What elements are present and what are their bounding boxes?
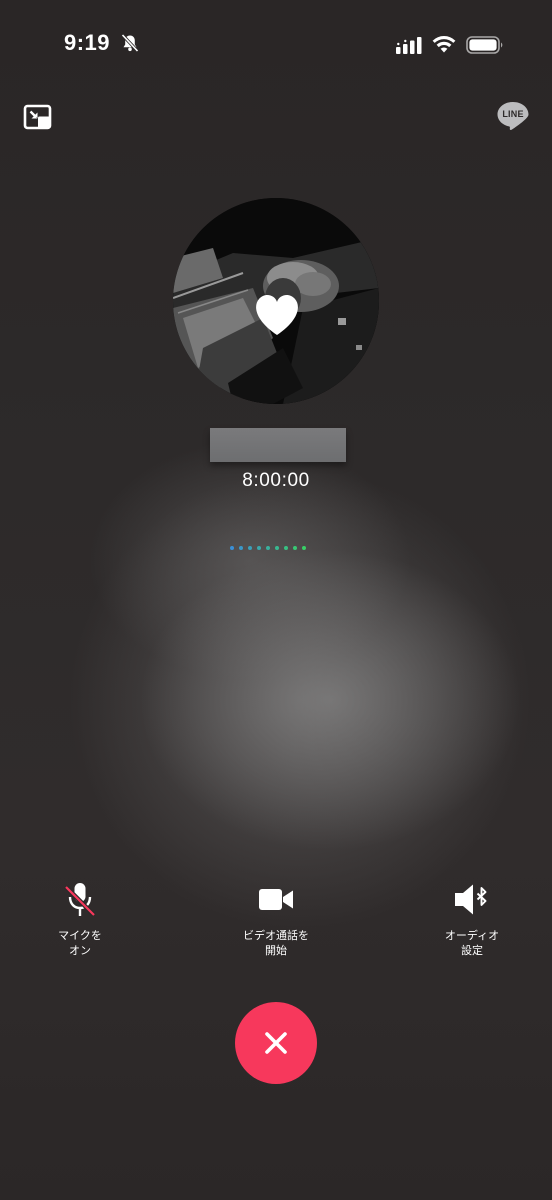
battery-icon — [466, 36, 503, 54]
connecting-indicator — [230, 546, 330, 554]
connecting-dot — [266, 546, 270, 550]
connecting-dot — [302, 546, 306, 550]
avatar-photo — [173, 198, 379, 404]
mic-toggle-button[interactable]: マイクを オン — [15, 880, 145, 958]
status-bar: 9:19 — [0, 0, 552, 90]
minimize-window-icon[interactable] — [22, 102, 54, 134]
silent-bell-icon — [121, 33, 139, 53]
connecting-dot — [248, 546, 252, 550]
end-call-button[interactable] — [235, 1002, 317, 1084]
call-timer: 8:00:00 — [242, 470, 310, 491]
contact-name-redacted — [210, 428, 346, 462]
line-logo-text: LINE — [502, 109, 524, 119]
status-time: 9:19 — [64, 30, 111, 55]
connecting-dot — [284, 546, 288, 550]
mic-toggle-label: マイクを オン — [58, 929, 102, 957]
close-icon — [265, 1032, 287, 1054]
audio-settings-button[interactable]: オーディオ 設定 — [407, 880, 537, 958]
audio-settings-label: オーディオ 設定 — [444, 929, 500, 957]
start-video-call-button[interactable]: ビデオ通話を 開始 — [211, 880, 341, 958]
wifi-icon — [432, 36, 456, 53]
connecting-dot — [293, 546, 297, 550]
contact-avatar — [173, 198, 379, 404]
line-logo: LINE — [496, 100, 532, 134]
connecting-dot — [275, 546, 279, 550]
cellular-signal-icon — [396, 37, 422, 54]
connecting-dot — [239, 546, 243, 550]
video-camera-icon — [259, 889, 293, 910]
microphone-muted-icon — [64, 883, 96, 917]
speaker-bluetooth-icon — [455, 884, 487, 915]
connecting-dot — [257, 546, 261, 550]
connecting-dot — [230, 546, 234, 550]
start-video-call-label: ビデオ通話を 開始 — [243, 929, 309, 957]
